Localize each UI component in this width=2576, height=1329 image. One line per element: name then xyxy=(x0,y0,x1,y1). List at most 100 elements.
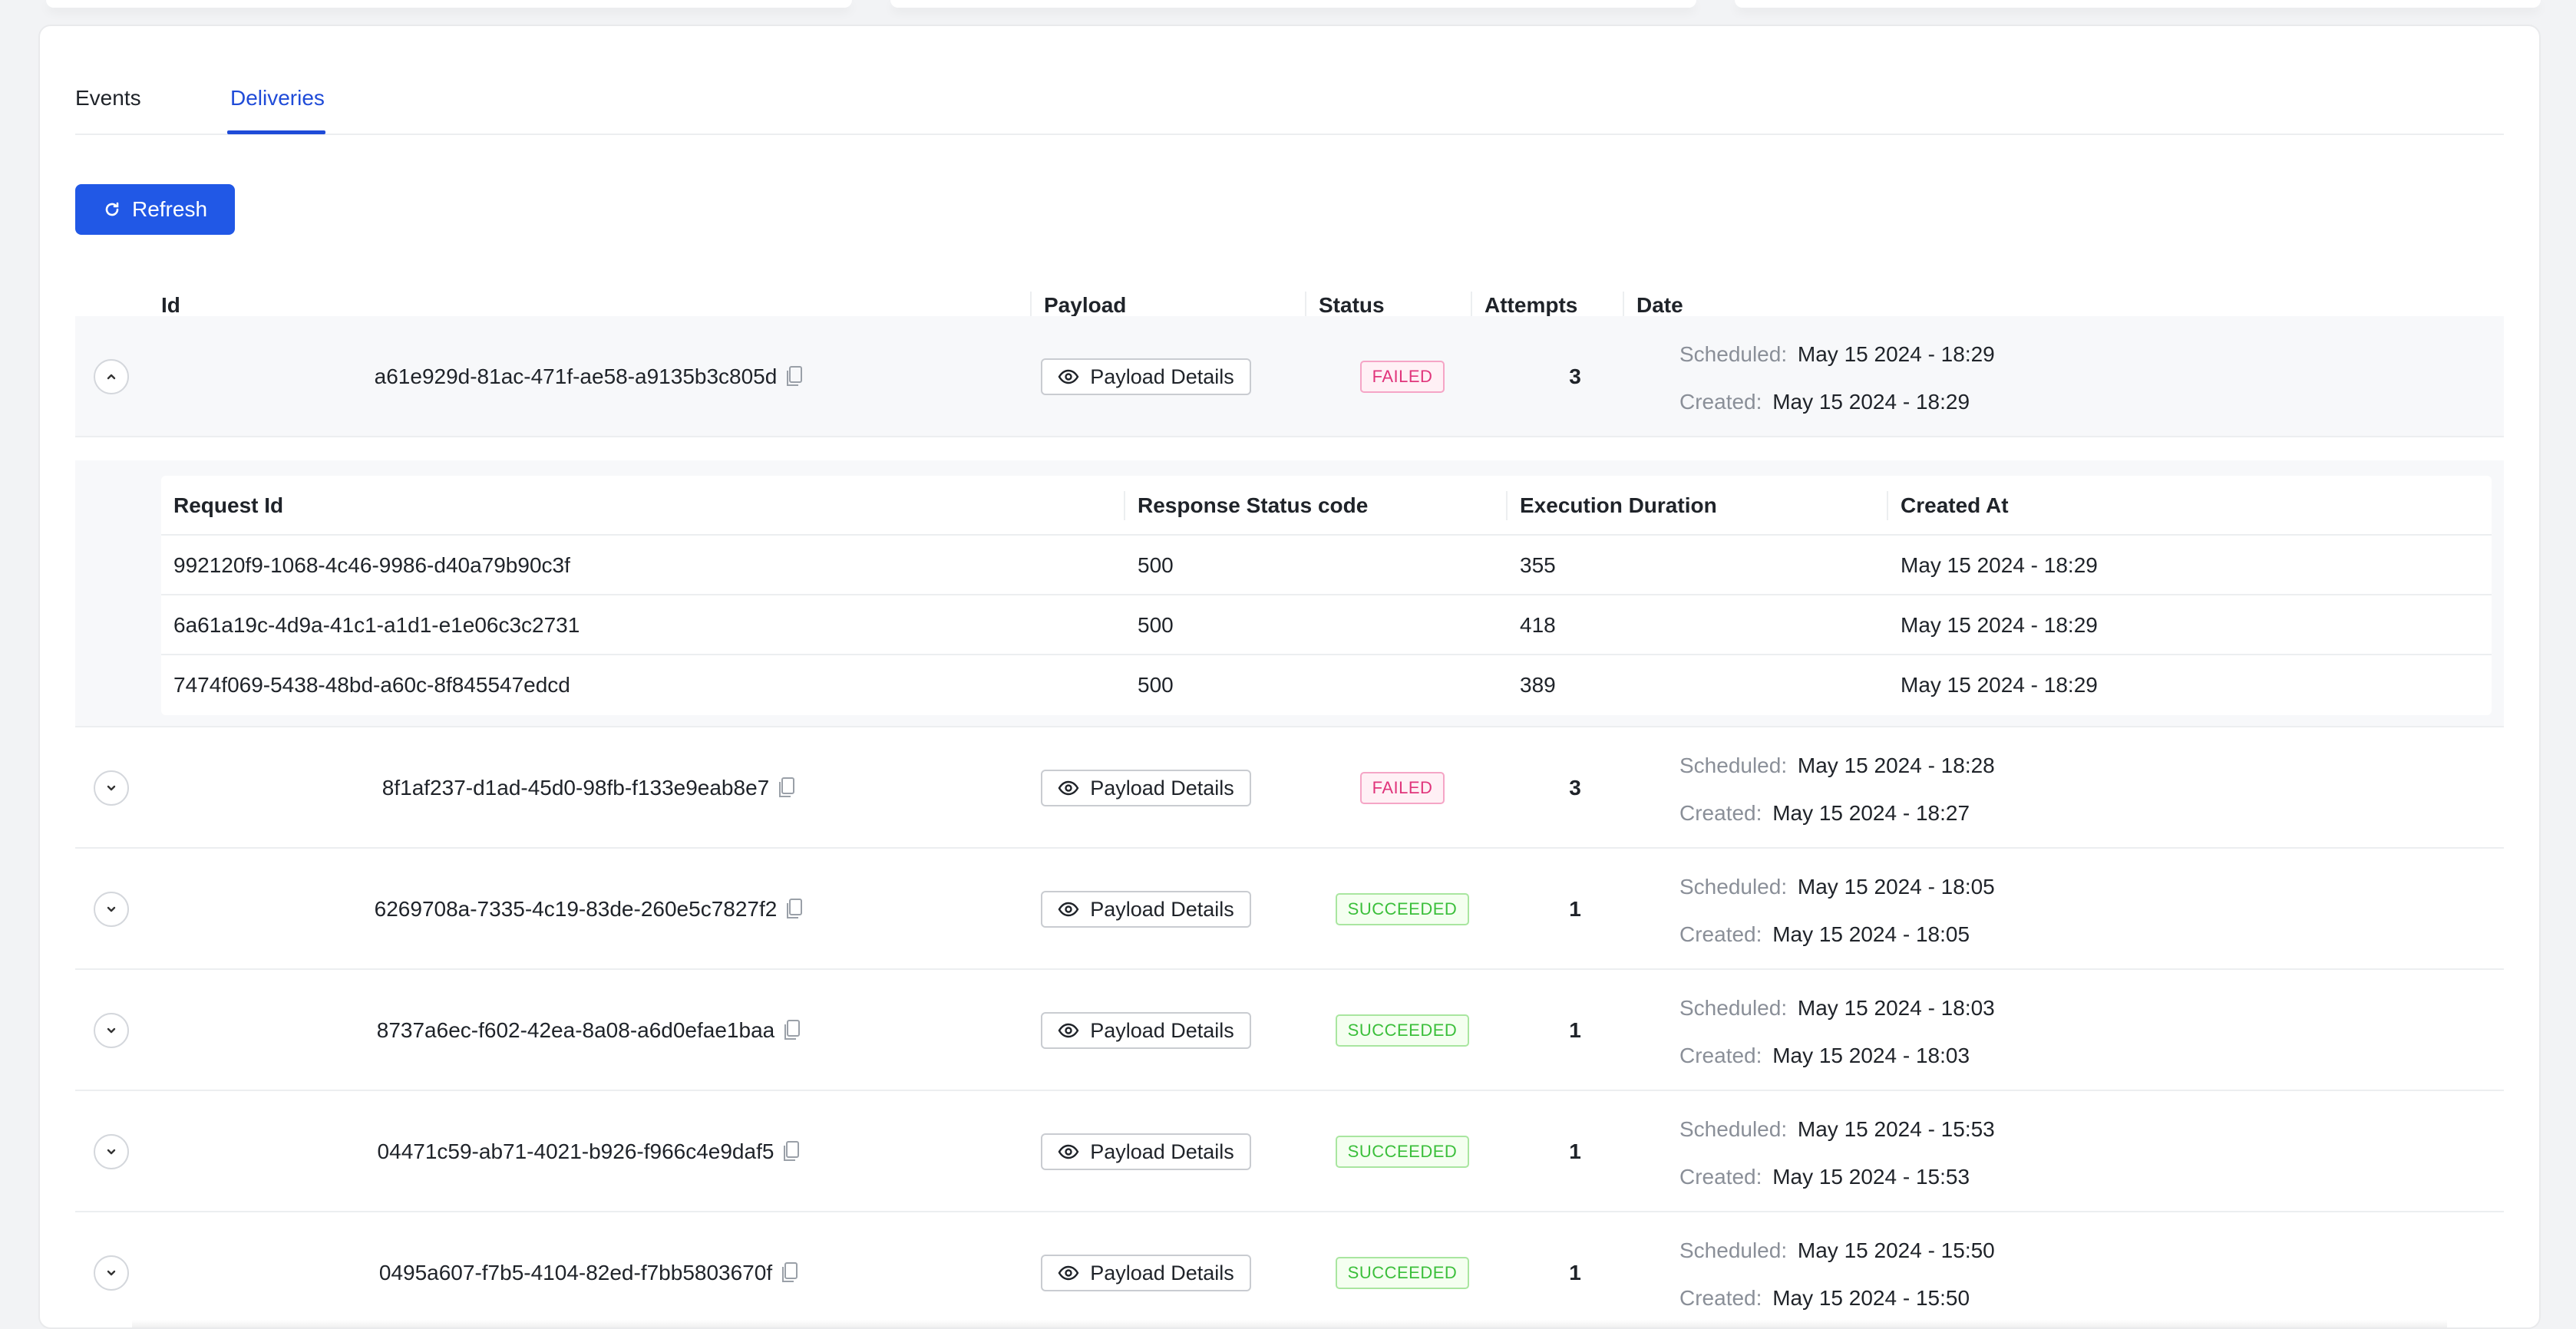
chevron-down-icon xyxy=(104,781,118,795)
attempts-count: 1 xyxy=(1569,1261,1581,1284)
scheduled-value: May 15 2024 - 15:50 xyxy=(1797,1238,1995,1262)
date-cell: Scheduled: May 15 2024 - 15:53 Created: … xyxy=(1679,1091,2370,1212)
date-cell: Scheduled: May 15 2024 - 18:05 Created: … xyxy=(1679,849,2370,970)
table-row: 04471c59-ab71-4021-b926-f966c4e9daf5 Pay… xyxy=(75,1091,2504,1212)
delivery-id-cell: 0495a607-f7b5-4104-82ed-f7bb5803670f xyxy=(161,1212,1018,1327)
table-row: 8f1af237-d1ad-45d0-98fb-f133e9eab8e7 Pay… xyxy=(75,727,2504,849)
column-divider xyxy=(1887,491,1888,520)
delivery-id-cell: 8f1af237-d1ad-45d0-98fb-f133e9eab8e7 xyxy=(161,727,1018,849)
chevron-down-icon xyxy=(104,902,118,916)
created-value: May 15 2024 - 15:50 xyxy=(1772,1286,1970,1310)
deliveries-card: Events Deliveries Refresh Id Payload Sta… xyxy=(38,25,2541,1329)
payload-details-button[interactable]: Payload Details xyxy=(1041,1012,1251,1049)
payload-details-button[interactable]: Payload Details xyxy=(1041,1133,1251,1170)
expand-row-button[interactable] xyxy=(94,892,129,927)
eye-icon xyxy=(1058,1023,1079,1038)
table-row: 8737a6ec-f602-42ea-8a08-a6d0efae1baa Pay… xyxy=(75,970,2504,1091)
payload-details-button[interactable]: Payload Details xyxy=(1041,891,1251,928)
copy-icon[interactable] xyxy=(784,898,804,921)
eye-icon xyxy=(1058,1265,1079,1281)
copy-icon[interactable] xyxy=(781,1140,801,1163)
attempt-created-at: May 15 2024 - 18:29 xyxy=(1901,553,2098,577)
copy-icon[interactable] xyxy=(777,777,797,800)
delivery-id-cell: 8737a6ec-f602-42ea-8a08-a6d0efae1baa xyxy=(161,970,1018,1091)
created-label: Created xyxy=(1679,1165,1756,1189)
tab-bar: Events Deliveries xyxy=(75,26,2504,135)
delivery-id: 8f1af237-d1ad-45d0-98fb-f133e9eab8e7 xyxy=(381,776,770,800)
refresh-icon xyxy=(105,202,119,216)
copy-icon[interactable] xyxy=(780,1261,800,1284)
response-status-code: 500 xyxy=(1138,673,1174,697)
payload-details-label: Payload Details xyxy=(1090,1139,1234,1163)
scheduled-value: May 15 2024 - 18:29 xyxy=(1797,342,1995,366)
date-cell: Scheduled: May 15 2024 - 18:03 Created: … xyxy=(1679,970,2370,1091)
request-id: 992120f9-1068-4c46-9986-d40a79b90c3f xyxy=(173,553,570,577)
column-divider xyxy=(1506,491,1508,520)
status-badge: SUCCEEDED xyxy=(1335,1136,1470,1168)
scheduled-line: Scheduled: May 15 2024 - 15:53 xyxy=(1679,1117,1995,1141)
chevron-down-icon xyxy=(104,1145,118,1159)
status-cell: SUCCEEDED xyxy=(1314,849,1491,970)
response-status-code: 500 xyxy=(1138,613,1174,637)
status-badge: SUCCEEDED xyxy=(1335,893,1470,925)
execution-duration: 389 xyxy=(1520,673,1556,697)
copy-icon[interactable] xyxy=(782,1019,802,1042)
refresh-button[interactable]: Refresh xyxy=(75,184,235,235)
tab-deliveries[interactable]: Deliveries xyxy=(230,86,325,110)
status-cell: SUCCEEDED xyxy=(1314,1091,1491,1212)
attempts-count: 1 xyxy=(1569,1139,1581,1163)
tab-events[interactable]: Events xyxy=(75,86,141,110)
payload-details-button[interactable]: Payload Details xyxy=(1041,770,1251,806)
scheduled-line: Scheduled: May 15 2024 - 18:29 xyxy=(1679,342,1995,366)
status-badge: FAILED xyxy=(1359,361,1445,393)
collapse-row-button[interactable] xyxy=(94,359,129,394)
expand-row-button[interactable] xyxy=(94,1255,129,1291)
expand-row-button[interactable] xyxy=(94,770,129,806)
created-label: Created xyxy=(1679,1044,1756,1067)
payload-details-button[interactable]: Payload Details xyxy=(1041,1255,1251,1291)
scheduled-value: May 15 2024 - 18:03 xyxy=(1797,996,1995,1020)
delivery-id-cell: 6269708a-7335-4c19-83de-260e5c7827f2 xyxy=(161,849,1018,970)
chevron-up-icon xyxy=(104,370,118,384)
execution-duration: 418 xyxy=(1520,613,1556,637)
created-value: May 15 2024 - 18:03 xyxy=(1772,1044,1970,1067)
scroll-shadow xyxy=(132,1320,2447,1327)
status-cell: SUCCEEDED xyxy=(1314,1212,1491,1327)
delivery-id: 6269708a-7335-4c19-83de-260e5c7827f2 xyxy=(374,897,778,921)
scheduled-label: Scheduled xyxy=(1679,754,1782,777)
created-line: Created: May 15 2024 - 15:50 xyxy=(1679,1286,1970,1310)
delivery-id: 0495a607-f7b5-4104-82ed-f7bb5803670f xyxy=(378,1261,773,1284)
payload-details-button[interactable]: Payload Details xyxy=(1041,358,1251,395)
delivery-id: 8737a6ec-f602-42ea-8a08-a6d0efae1baa xyxy=(376,1018,775,1042)
expand-row-button[interactable] xyxy=(94,1134,129,1169)
column-header-request-id: Request Id xyxy=(173,493,284,517)
response-status-code: 500 xyxy=(1138,553,1174,577)
scheduled-label: Scheduled xyxy=(1679,1117,1782,1141)
eye-icon xyxy=(1058,1144,1079,1159)
created-value: May 15 2024 - 15:53 xyxy=(1772,1165,1970,1189)
attempts-table: Request Id Response Status code Executio… xyxy=(161,476,2492,715)
column-header-created-at: Created At xyxy=(1901,493,2009,517)
attempts-count: 3 xyxy=(1569,364,1581,388)
execution-duration: 355 xyxy=(1520,553,1556,577)
attempt-row: 7474f069-5438-48bd-a60c-8f845547edcd 500… xyxy=(161,655,2492,715)
attempt-row: 992120f9-1068-4c46-9986-d40a79b90c3f 500… xyxy=(161,536,2492,595)
date-cell: Scheduled: May 15 2024 - 18:29 Created: … xyxy=(1679,316,2370,437)
eye-icon xyxy=(1058,369,1079,384)
created-line: Created: May 15 2024 - 18:03 xyxy=(1679,1044,1970,1067)
scheduled-value: May 15 2024 - 18:05 xyxy=(1797,875,1995,899)
scheduled-label: Scheduled xyxy=(1679,342,1782,366)
expand-row-button[interactable] xyxy=(94,1013,129,1048)
copy-icon[interactable] xyxy=(784,365,804,388)
status-cell: SUCCEEDED xyxy=(1314,970,1491,1091)
created-value: May 15 2024 - 18:29 xyxy=(1772,390,1970,414)
delivery-id: a61e929d-81ac-471f-ae58-a9135b3c805d xyxy=(374,364,778,388)
scheduled-value: May 15 2024 - 18:28 xyxy=(1797,754,1995,777)
request-id: 6a61a19c-4d9a-41c1-a1d1-e1e06c3c2731 xyxy=(173,613,580,637)
attempts-count: 3 xyxy=(1569,776,1581,800)
chevron-down-icon xyxy=(104,1266,118,1280)
created-line: Created: May 15 2024 - 18:29 xyxy=(1679,390,1970,414)
scheduled-label: Scheduled xyxy=(1679,1238,1782,1262)
status-badge: SUCCEEDED xyxy=(1335,1014,1470,1047)
created-line: Created: May 15 2024 - 15:53 xyxy=(1679,1165,1970,1189)
